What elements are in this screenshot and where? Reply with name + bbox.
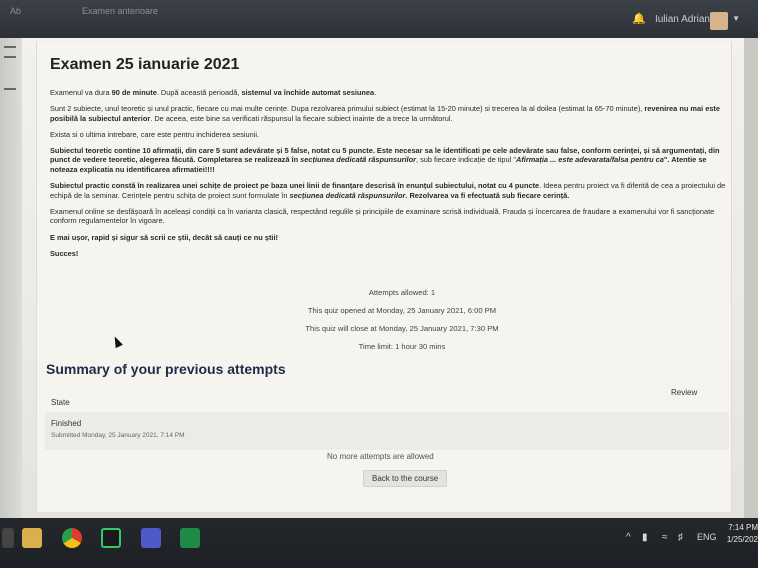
excel-icon[interactable] <box>180 528 200 548</box>
back-to-course-button[interactable]: Back to the course <box>363 470 448 487</box>
attempts-allowed: Attempts allowed: 1 <box>368 288 436 297</box>
main-content: Examen 25 ianuarie 2021 Examenul va dura… <box>22 38 744 518</box>
instruction-paragraph: Examenul online se desfășoară în aceleaș… <box>50 206 715 226</box>
divider <box>4 88 16 90</box>
user-name[interactable]: Iulian Adrian <box>655 14 710 25</box>
browser-top-bar: Ab Examen anterioare 🔔 Iulian Adrian ▼ <box>0 0 758 38</box>
instruction-paragraph: Examenul va dura 90 de minute. După acea… <box>50 88 377 97</box>
quiz-close: This quiz will close at Monday, 25 Janua… <box>305 324 499 333</box>
volume-icon[interactable]: ♯ <box>678 532 683 543</box>
bell-icon[interactable]: 🔔 <box>632 12 646 25</box>
avatar[interactable] <box>710 12 728 30</box>
tab-label[interactable]: Ab <box>10 6 21 16</box>
chevron-down-icon[interactable]: ▼ <box>732 14 740 23</box>
column-header-review: Review <box>671 388 698 397</box>
attempts-table: State Review Finished Submitted Monday, … <box>45 382 729 452</box>
divider <box>4 46 16 48</box>
instruction-paragraph: Succes! <box>50 248 79 258</box>
page-title: Examen 25 ianuarie 2021 <box>50 56 240 73</box>
folder-icon[interactable] <box>22 528 42 548</box>
divider <box>4 56 16 58</box>
table-row <box>45 412 729 450</box>
clock-time: 7:14 PM <box>728 523 758 532</box>
chrome-icon[interactable] <box>62 528 82 548</box>
instruction-paragraph: Subiectul practic constă în realizarea u… <box>50 181 726 200</box>
no-more-attempts-notice: No more attempts are allowed <box>327 452 434 461</box>
wifi-icon[interactable]: ≈ <box>662 532 668 543</box>
left-drawer-strip <box>0 38 22 518</box>
teams-icon[interactable] <box>141 528 161 548</box>
instruction-paragraph: Sunt 2 subiecte, unul teoretic și unul p… <box>50 104 720 123</box>
instruction-paragraph: Subiectul teoretic contine 10 afirmații,… <box>50 145 720 175</box>
quiz-card: Examen 25 ianuarie 2021 Examenul va dura… <box>36 42 732 512</box>
clock[interactable]: 7:14 PM 1/25/202 <box>722 522 758 546</box>
quiz-opened: This quiz opened at Monday, 25 January 2… <box>307 306 497 315</box>
time-limit: Time limit: 1 hour 30 mins <box>358 342 446 351</box>
clock-date: 1/25/202 <box>726 535 758 544</box>
battery-icon[interactable]: ▮ <box>642 532 648 543</box>
instruction-paragraph: E mai ușor, rapid și sigur să scrii ce ș… <box>50 232 278 242</box>
attempt-submitted: Submitted Monday, 25 January 2021, 7:14 … <box>51 432 185 439</box>
column-header-state: State <box>51 398 70 407</box>
chevron-up-icon[interactable]: ^ <box>626 532 631 543</box>
attempt-state: Finished <box>51 419 82 428</box>
pycharm-icon[interactable] <box>101 528 121 548</box>
right-scroll-edge[interactable] <box>744 38 758 518</box>
windows-icon[interactable] <box>2 528 14 548</box>
language-indicator[interactable]: ENG <box>697 532 717 542</box>
windows-taskbar: ^ ▮ ≈ ♯ ENG 7:14 PM 1/25/202 <box>0 518 758 568</box>
exam-instructions: Examenul va dura 90 de minute. După acea… <box>50 88 726 265</box>
summary-title: Summary of your previous attempts <box>46 361 286 377</box>
instruction-paragraph: Exista si o ultima intrebare, care este … <box>50 129 260 139</box>
tab-label[interactable]: Examen anterioare <box>82 6 158 16</box>
